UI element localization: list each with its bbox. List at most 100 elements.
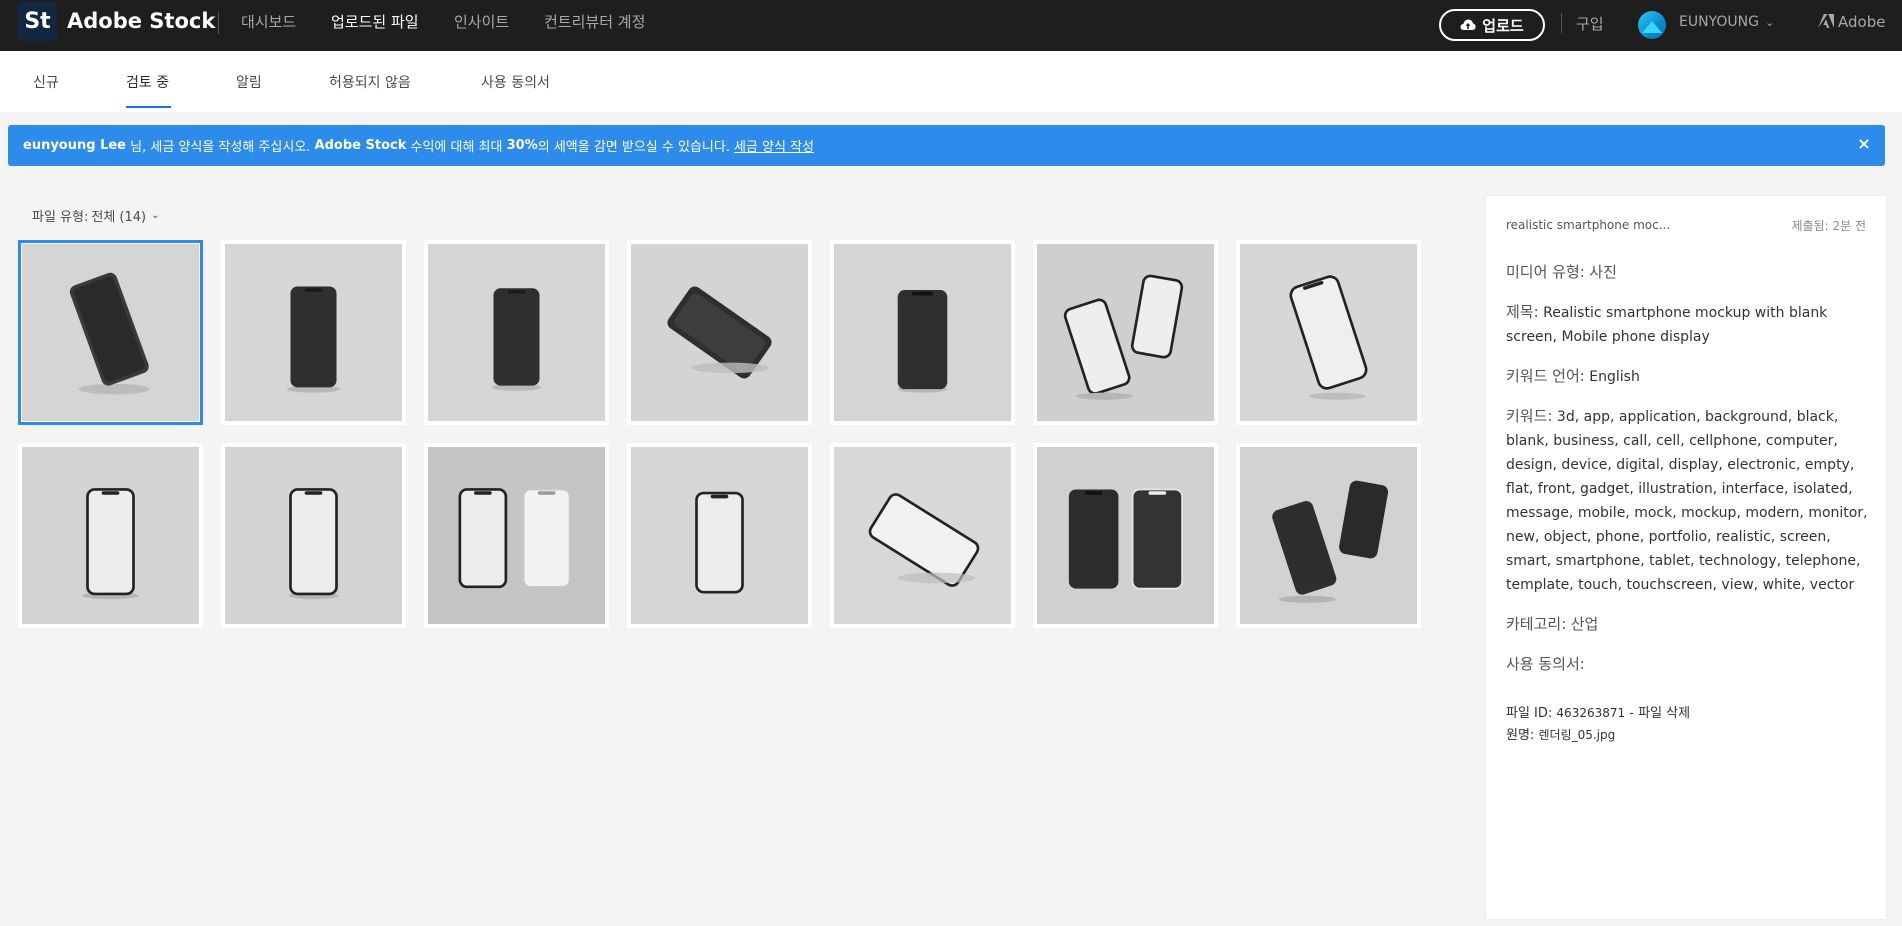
thumbnail-tile[interactable] <box>221 240 406 425</box>
phone-mockup-thumbnail <box>631 244 808 421</box>
phone-image <box>225 244 402 421</box>
phone-mockup-thumbnail <box>1037 447 1214 624</box>
nav-insights[interactable]: 인사이트 <box>454 11 509 32</box>
phone-image <box>1240 244 1417 421</box>
filter-label: 파일 유형: <box>32 210 89 225</box>
file-id-label: 파일 ID: <box>1506 706 1553 721</box>
thumbnail-tile[interactable] <box>18 240 203 425</box>
phone-mockup-thumbnail <box>1037 244 1214 421</box>
phone-mockup-thumbnail <box>1240 244 1417 421</box>
close-icon[interactable]: × <box>1855 135 1873 153</box>
phone-image <box>1037 244 1214 421</box>
release-row: 사용 동의서: <box>1506 652 1870 677</box>
keywords-value: 3d, app, application, background, black,… <box>1506 409 1868 593</box>
file-type-filter[interactable]: 파일 유형: 전체 (14) ⌄ <box>32 206 160 225</box>
thumbnail-tile[interactable] <box>627 443 812 628</box>
thumbnail-tile[interactable] <box>18 443 203 628</box>
keyword-language-row: 키워드 언어: English <box>1506 364 1870 389</box>
buy-link[interactable]: 구입 <box>1576 13 1604 34</box>
keyword-language-label: 키워드 언어: <box>1506 367 1585 385</box>
keywords-row: 키워드: 3d, app, application, background, b… <box>1506 404 1870 597</box>
original-name-row: 원명: 렌더링_05.jpg <box>1506 724 1615 743</box>
thumbnail-tile[interactable] <box>221 443 406 628</box>
category-label: 카테고리: <box>1506 615 1567 633</box>
phone-mockup-thumbnail <box>22 447 199 624</box>
tab-not-accepted[interactable]: 허용되지 않음 <box>329 72 411 92</box>
phone-mockup-thumbnail <box>22 244 199 421</box>
banner-percent: 30% <box>506 138 538 153</box>
keywords-label: 키워드: <box>1506 407 1553 425</box>
adobe-logo-icon[interactable] <box>1818 14 1834 28</box>
phone-mockup-thumbnail <box>1240 447 1417 624</box>
title-value: Realistic smartphone mockup with blank s… <box>1506 305 1828 345</box>
phone-image <box>22 244 199 421</box>
media-type-label: 미디어 유형: <box>1506 263 1585 281</box>
upload-button-label: 업로드 <box>1482 16 1524 35</box>
thumbnail-tile[interactable] <box>1033 240 1218 425</box>
delete-file-link[interactable]: 파일 삭제 <box>1638 706 1690 721</box>
tab-notifications[interactable]: 알림 <box>236 72 262 92</box>
avatar[interactable] <box>1638 11 1666 39</box>
phone-mockup-thumbnail <box>225 447 402 624</box>
phone-mockup-thumbnail <box>834 447 1011 624</box>
thumbnail-tile[interactable] <box>1236 443 1421 628</box>
thumbnail-tile[interactable] <box>1033 443 1218 628</box>
nav-dashboard[interactable]: 대시보드 <box>241 11 296 32</box>
username[interactable]: EUNYOUNG <box>1679 14 1759 30</box>
upload-button[interactable]: 업로드 <box>1439 9 1545 41</box>
phone-image <box>22 447 199 624</box>
nav-uploaded-files[interactable]: 업로드된 파일 <box>331 11 419 32</box>
separator: - <box>1629 706 1634 721</box>
category-value: 산업 <box>1570 615 1599 633</box>
file-id-row: 파일 ID: 463263871 - 파일 삭제 <box>1506 702 1690 721</box>
thumbnail-tile[interactable] <box>627 240 812 425</box>
nav-contributor-account[interactable]: 컨트리뷰터 계정 <box>544 11 645 32</box>
tab-in-review[interactable]: 검토 중 <box>126 72 169 92</box>
active-tab-indicator <box>126 106 171 108</box>
top-bar: St Adobe Stock 대시보드 업로드된 파일 인사이트 컨트리뷰터 계… <box>0 0 1902 51</box>
file-id-value: 463263871 <box>1556 706 1626 720</box>
phone-image <box>834 244 1011 421</box>
tab-releases[interactable]: 사용 동의서 <box>481 72 550 92</box>
original-name-value: 렌더링_05.jpg <box>1538 728 1616 742</box>
tax-form-banner: eunyoung Lee 님, 세금 양식을 작성해 주십시오. Adobe S… <box>8 125 1885 166</box>
thumbnail-tile[interactable] <box>830 443 1015 628</box>
phone-image <box>428 447 605 624</box>
thumbnail-tile[interactable] <box>424 443 609 628</box>
phone-image <box>631 244 808 421</box>
divider <box>1561 13 1562 33</box>
phone-mockup-thumbnail <box>428 447 605 624</box>
phone-mockup-thumbnail <box>834 244 1011 421</box>
brand-name[interactable]: Adobe Stock <box>67 9 215 33</box>
thumbnail-tile[interactable] <box>1236 240 1421 425</box>
phone-image <box>631 447 808 624</box>
title-label: 제목: <box>1506 303 1539 321</box>
media-type-value: 사진 <box>1589 263 1617 281</box>
phone-mockup-thumbnail <box>225 244 402 421</box>
file-details-panel: realistic smartphone moc... 제출됨: 2분 전 미디… <box>1486 196 1886 919</box>
phone-image <box>1240 447 1417 624</box>
divider <box>218 12 219 34</box>
phone-image <box>428 244 605 421</box>
phone-mockup-thumbnail <box>631 447 808 624</box>
phone-mockup-thumbnail <box>428 244 605 421</box>
thumbnail-tile[interactable] <box>830 240 1015 425</box>
sub-tabs: 신규 검토 중 알림 허용되지 않음 사용 동의서 <box>0 51 1902 112</box>
tab-new[interactable]: 신규 <box>33 72 59 92</box>
file-title: realistic smartphone moc... <box>1506 218 1671 232</box>
cloud-upload-icon <box>1460 19 1476 30</box>
tax-form-link[interactable]: 세금 양식 작성 <box>734 136 814 155</box>
title-row: 제목: Realistic smartphone mockup with bla… <box>1506 300 1870 349</box>
chevron-down-icon: ⌄ <box>151 210 160 221</box>
thumbnail-tile[interactable] <box>424 240 609 425</box>
category-row: 카테고리: 산업 <box>1506 612 1870 637</box>
adobe-label[interactable]: Adobe <box>1838 13 1885 31</box>
release-label: 사용 동의서: <box>1506 655 1585 673</box>
submitted-time: 제출됨: 2분 전 <box>1791 219 1866 233</box>
banner-username: eunyoung Lee <box>23 138 126 153</box>
banner-brand: Adobe Stock <box>314 138 407 153</box>
media-type-row: 미디어 유형: 사진 <box>1506 260 1870 285</box>
banner-text: 수익에 대해 최대 <box>406 140 507 155</box>
chevron-down-icon[interactable]: ⌄ <box>1765 16 1774 29</box>
adobe-stock-logo[interactable]: St <box>18 2 57 41</box>
